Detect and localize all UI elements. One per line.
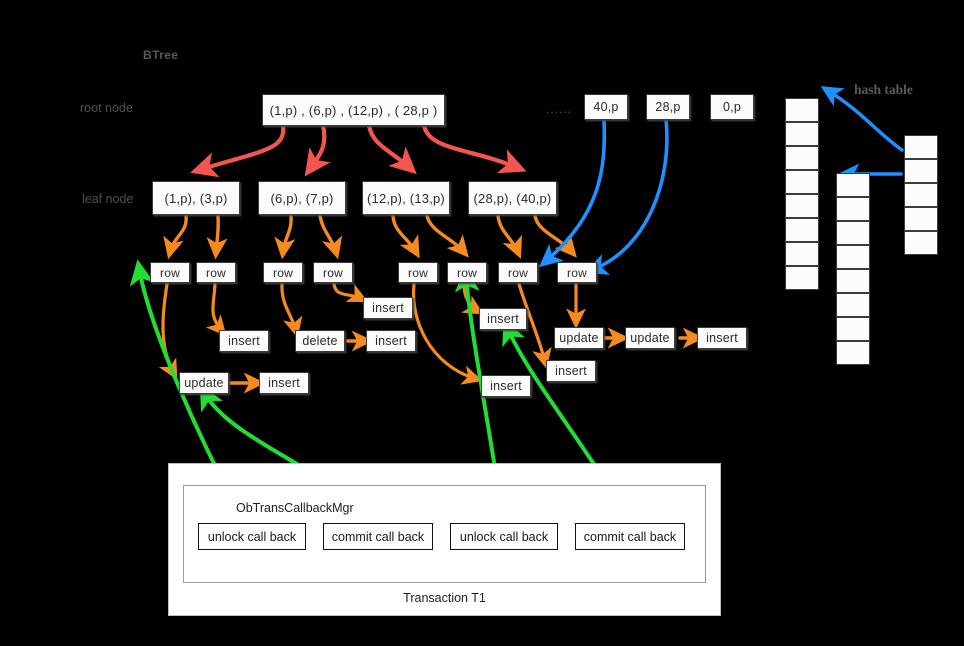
op-box-delete[interactable]: delete [295,330,345,352]
op-box-update-c[interactable]: update [625,327,675,349]
btree-root-node[interactable]: (1,p) , (6,p) , (12,p) , ( 28,p ) [262,94,445,126]
op-box-insert-h[interactable]: insert [697,327,747,349]
hash-cell-bucket-6[interactable] [785,218,819,242]
hash-cell-middle-6[interactable] [836,293,870,317]
hash-chain-edges [820,86,904,185]
hash-table-label: hash table [854,82,913,97]
row-box-4[interactable]: row [313,262,353,283]
row-box-3[interactable]: row [263,262,303,283]
kv-box-0p[interactable]: 0,p [710,94,754,120]
callback-manager-label: ObTransCallbackMgr [236,501,354,515]
ellipsis-label: ...... [546,102,573,116]
op-box-insert-e[interactable]: insert [259,372,309,394]
row-box-2[interactable]: row [196,262,236,283]
kv-box-40p[interactable]: 40,p [584,94,628,120]
row-box-5[interactable]: row [398,262,438,283]
hash-cell-middle-5[interactable] [836,269,870,293]
row-box-7[interactable]: row [498,262,538,283]
leaf-row-edges [163,214,577,260]
op-box-update-a[interactable]: update [179,372,229,394]
hash-cell-middle-8[interactable] [836,341,870,365]
hash-cell-bucket-3[interactable] [785,146,819,170]
btree-leaf-node-3[interactable]: (12,p), (13,p) [362,181,450,215]
diagram-canvas: BTree root node leaf node hash table ...… [0,0,964,646]
btree-root-edges [190,122,527,178]
btree-leaf-node-2[interactable]: (6,p), (7,p) [258,181,346,215]
root-node-label: root node [80,101,133,115]
op-box-insert-c[interactable]: insert [366,330,416,352]
transaction-label: Transaction T1 [403,591,486,605]
op-box-insert-g[interactable]: insert [546,360,596,382]
hash-cell-middle-1[interactable] [836,173,870,197]
btree-leaf-node-4[interactable]: (28,p), (40,p) [468,181,557,215]
hash-cell-bucket-1[interactable] [785,98,819,122]
hash-cell-right-3[interactable] [904,183,938,207]
hash-cell-middle-7[interactable] [836,317,870,341]
kv-box-28p[interactable]: 28,p [646,94,690,120]
op-box-insert-a[interactable]: insert [363,297,413,319]
btree-leaf-node-1[interactable]: (1,p), (3,p) [152,181,240,215]
btree-title-label: BTree [143,48,179,62]
op-box-update-b[interactable]: update [554,327,604,349]
row-box-1[interactable]: row [150,262,190,283]
hash-cell-bucket-4[interactable] [785,170,819,194]
callback-box-commit-2[interactable]: commit call back [575,523,685,550]
callback-box-commit-1[interactable]: commit call back [323,523,433,550]
hash-cell-bucket-5[interactable] [785,194,819,218]
row-box-8[interactable]: row [557,262,597,283]
hash-cell-right-4[interactable] [904,207,938,231]
hash-cell-middle-4[interactable] [836,245,870,269]
op-box-insert-b[interactable]: insert [219,330,269,352]
callback-box-unlock-1[interactable]: unlock call back [198,523,306,550]
hash-cell-right-1[interactable] [904,135,938,159]
hash-cell-bucket-2[interactable] [785,122,819,146]
hash-cell-middle-2[interactable] [836,197,870,221]
op-box-insert-f[interactable]: insert [481,375,531,397]
leaf-node-label: leaf node [82,192,134,206]
op-box-insert-d[interactable]: insert [479,308,527,330]
callback-box-unlock-2[interactable]: unlock call back [450,523,558,550]
hash-cell-right-5[interactable] [904,231,938,255]
row-box-6[interactable]: row [447,262,487,283]
hash-cell-middle-3[interactable] [836,221,870,245]
hash-cell-right-2[interactable] [904,159,938,183]
hash-kv-edges [538,118,669,275]
hash-cell-bucket-8[interactable] [785,266,819,290]
hash-cell-bucket-7[interactable] [785,242,819,266]
